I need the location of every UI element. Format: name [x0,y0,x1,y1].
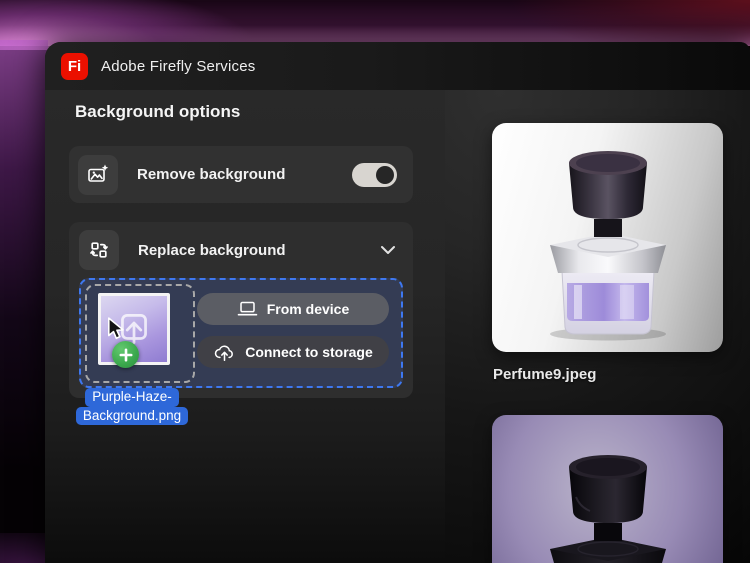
from-device-label: From device [267,301,349,317]
preview-card-replaced-background[interactable] [492,415,723,563]
cloud-upload-icon [213,343,236,362]
connect-to-storage-label: Connect to storage [245,344,373,360]
toggle-knob [376,166,394,184]
replace-background-row[interactable]: Replace background [79,230,403,270]
replace-background-label: Replace background [138,242,286,259]
titlebar: Fi Adobe Firefly Services [45,42,750,90]
app-window: Fi Adobe Firefly Services Background opt… [45,42,750,563]
replace-background-card: Replace background [69,222,413,398]
app-title: Adobe Firefly Services [101,58,255,75]
screen: Fi Adobe Firefly Services Background opt… [0,0,750,563]
preview-caption: Perfume9.jpeg [493,366,596,383]
image-sparkle-icon [78,155,118,195]
remove-background-label: Remove background [137,166,285,183]
firefly-logo: Fi [61,53,88,80]
drag-filename-line2: Background.png [76,407,188,426]
from-device-button[interactable]: From device [197,293,389,325]
panel-title: Background options [75,102,240,122]
swap-icon [79,230,119,270]
laptop-icon [237,301,258,317]
backdrop-glow-left [0,40,48,470]
chevron-down-icon[interactable] [380,245,396,255]
perfume-bottle-image [508,133,708,343]
drag-filename-label: Purple-Haze- Background.png [52,388,212,425]
upload-source-buttons: From device Connect to storage [197,293,389,368]
perfume-bottle-dark-image [508,437,708,563]
connect-to-storage-button[interactable]: Connect to storage [197,336,389,368]
remove-background-row[interactable]: Remove background [69,146,413,203]
preview-card-original[interactable] [492,123,723,352]
drag-filename-line1: Purple-Haze- [85,388,179,407]
main-area: Background options Remove background [45,90,750,563]
background-options-panel: Background options Remove background [45,90,445,563]
background-dropzone[interactable]: From device Connect to storage [79,278,403,388]
remove-background-toggle[interactable] [352,163,397,187]
preview-panel: Perfume9.jpeg [445,90,750,563]
plus-badge-icon [112,341,139,368]
